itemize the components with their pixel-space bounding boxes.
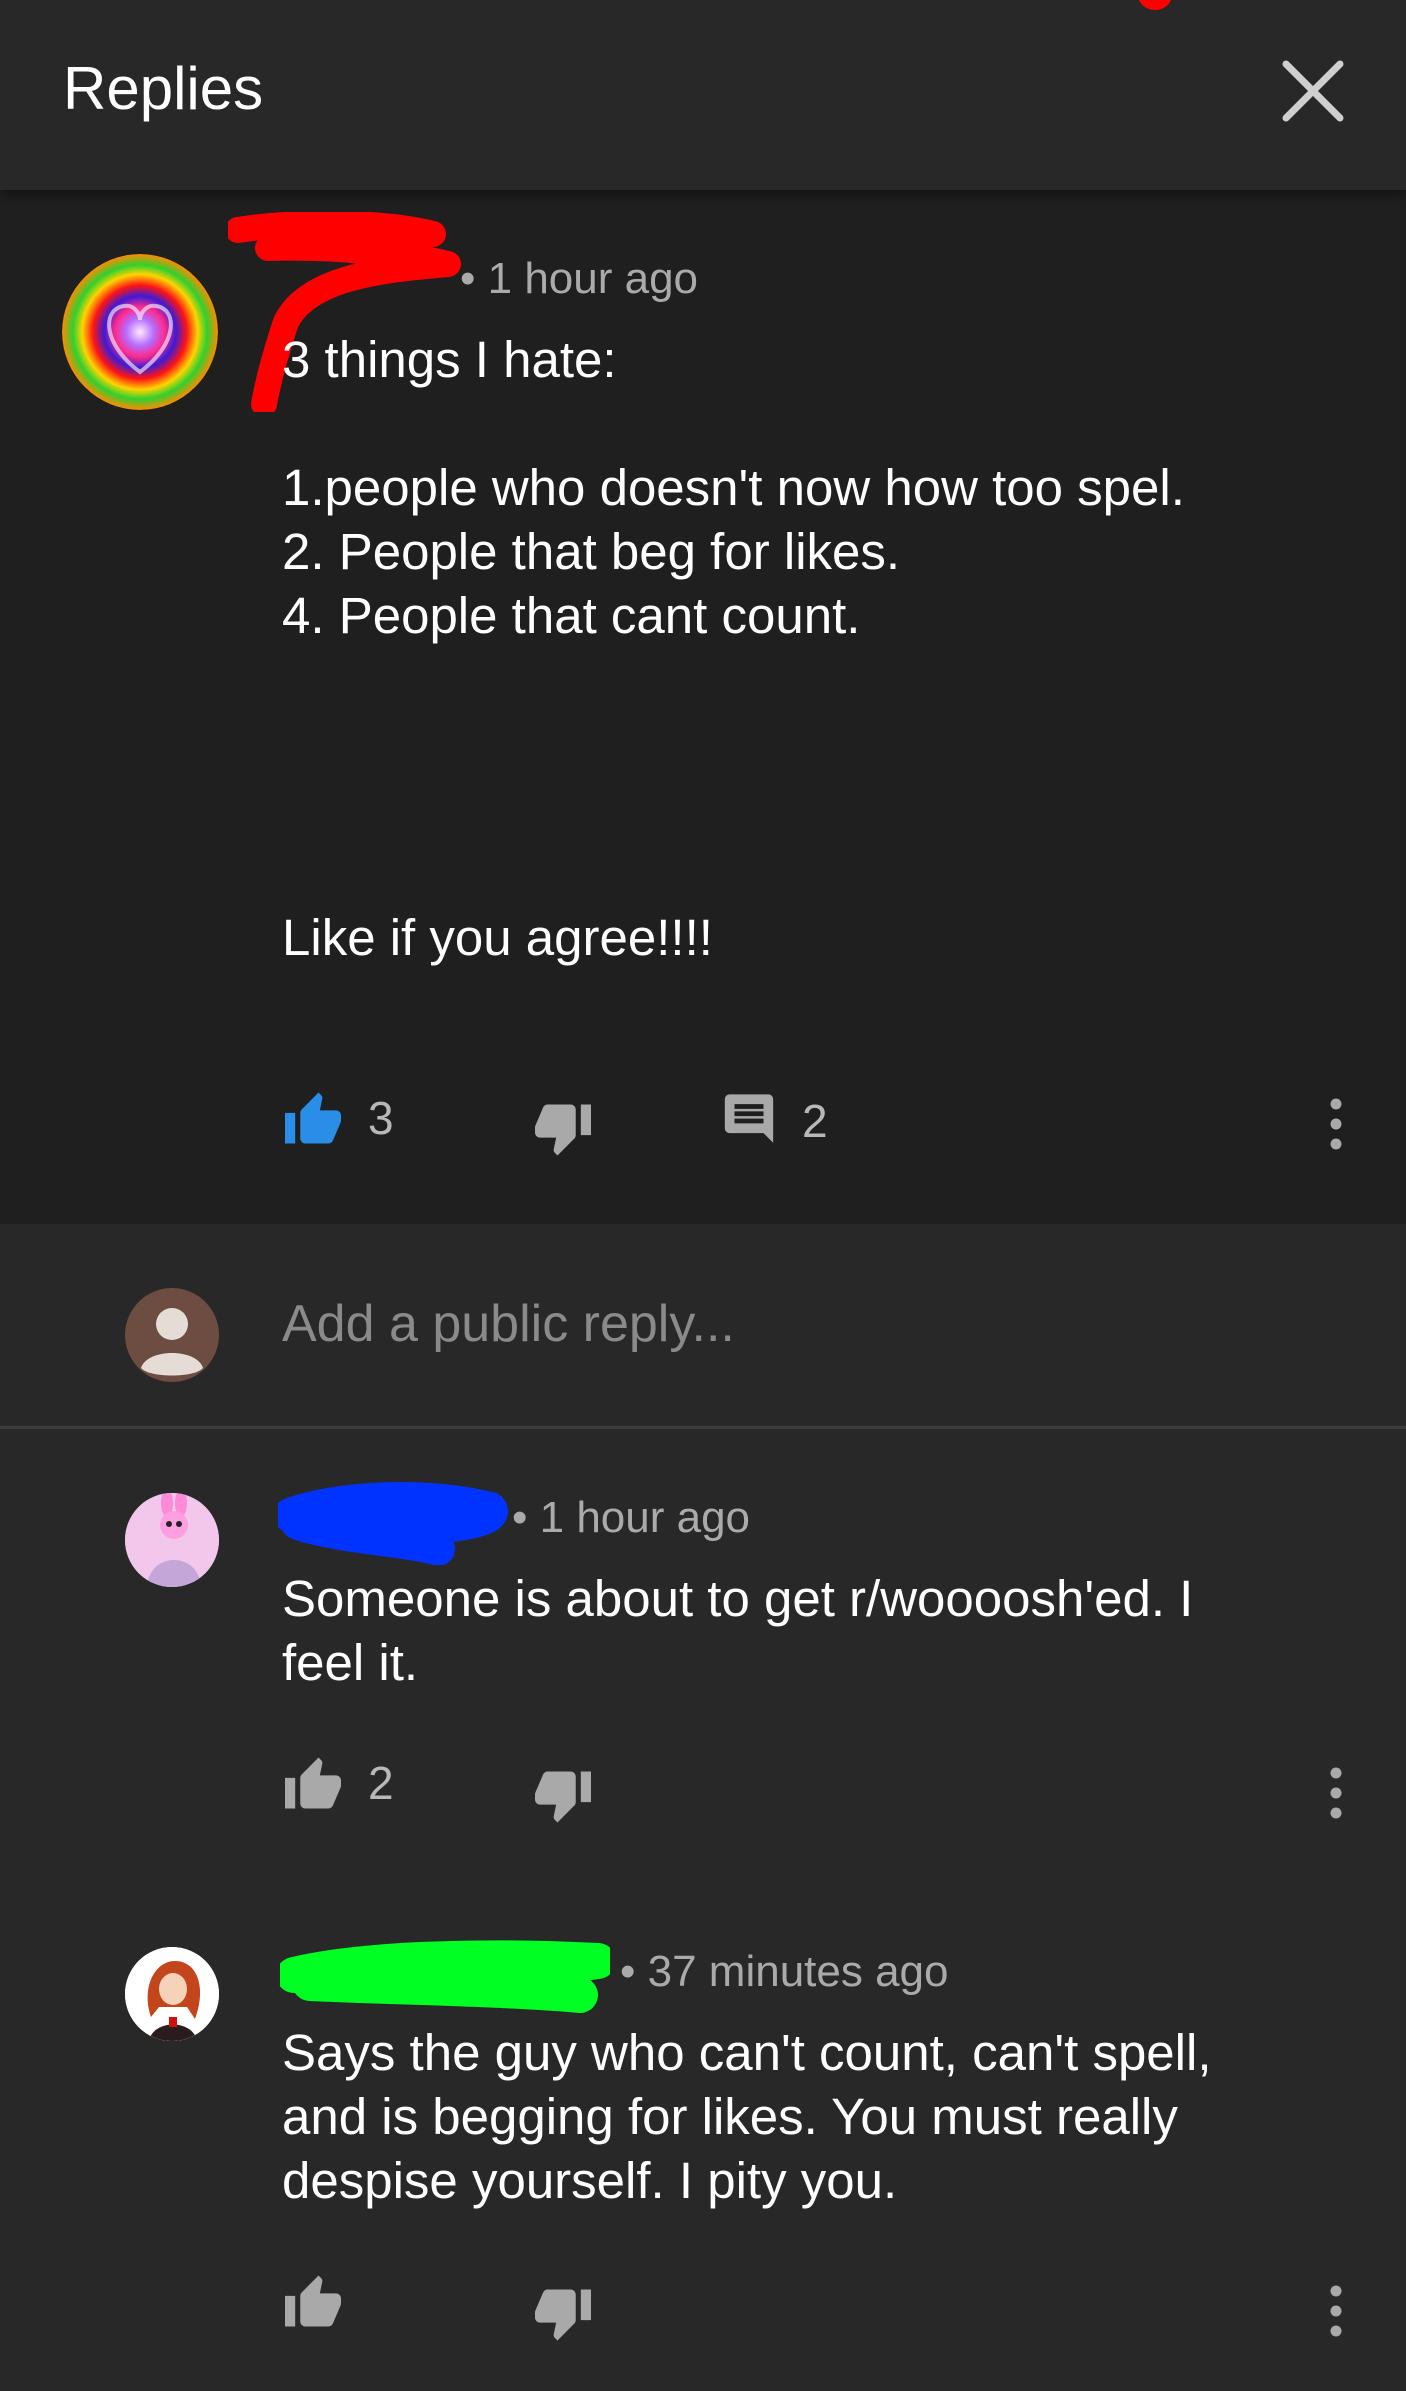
avatar-image [125, 1493, 219, 1587]
thumbs-down-icon [535, 2289, 591, 2341]
comment-time: • 1 hour ago [460, 254, 699, 303]
dislike-button[interactable] [532, 2287, 594, 2343]
thumbs-down-icon [535, 1104, 591, 1156]
reply-text: Someone is about to get r/woooosh'ed. I … [282, 1567, 1372, 1695]
replies-header: Replies [0, 0, 1406, 190]
like-button[interactable]: 3 [282, 1090, 394, 1146]
reply-count-button[interactable]: 2 [720, 1094, 828, 1148]
reply-count: 2 [802, 1095, 828, 1147]
reply-line: despise yourself. I pity you. [282, 2152, 898, 2209]
more-options-button[interactable] [1320, 2283, 1352, 2344]
replies-list: • 1 hour ago Someone is about to get r/w… [0, 1429, 1406, 2391]
comment-line: 1.people who doesn't now how too spel. [282, 459, 1185, 516]
add-reply-input[interactable]: Add a public reply... [282, 1284, 1342, 1364]
dislike-button[interactable] [532, 1102, 594, 1158]
avatar-image [62, 254, 218, 410]
page-title: Replies [63, 55, 264, 122]
more-vert-icon [1330, 2285, 1342, 2337]
reply-time: • 1 hour ago [512, 1493, 751, 1542]
comment-line: 3 things I hate: [282, 331, 617, 388]
user-avatar-icon [125, 1288, 219, 1382]
redaction-scribble [280, 1940, 610, 2013]
top-comment: • 1 hour ago 3 things I hate: 1.people w… [0, 190, 1406, 1224]
reply-line: Someone is about to get r/woooosh'ed. I [282, 1570, 1194, 1627]
avatar[interactable] [62, 254, 218, 410]
reply-time: • 37 minutes ago [620, 1947, 949, 1996]
comment-line: Like if you agree!!!! [282, 909, 713, 966]
reply-input-row: Add a public reply... [0, 1224, 1406, 1429]
like-count: 2 [368, 1757, 394, 1809]
redaction-scribble [278, 1482, 508, 1565]
dislike-button[interactable] [532, 1769, 594, 1825]
thumbs-up-icon [285, 1092, 341, 1144]
comment-text: 3 things I hate: 1.people who doesn't no… [282, 328, 1362, 970]
comment-icon [724, 1094, 774, 1143]
reply-line: Says the guy who can't count, can't spel… [282, 2024, 1212, 2081]
close-button[interactable] [1280, 58, 1346, 124]
like-button[interactable] [282, 2273, 368, 2329]
avatar[interactable] [125, 1947, 219, 2041]
avatar-image [125, 1947, 219, 2041]
replies-screen: Replies • 1 hour ago 3 things I hate: 1.… [0, 0, 1406, 2391]
thumbs-down-icon [535, 1771, 591, 1823]
close-icon [1282, 60, 1344, 122]
comment-line: 2. People that beg for likes. [282, 523, 901, 580]
reply-line: feel it. [282, 1634, 419, 1691]
like-count: 3 [368, 1092, 394, 1144]
comment-line: 4. People that cant count. [282, 587, 861, 644]
avatar[interactable] [125, 1493, 219, 1587]
more-options-button[interactable] [1320, 1765, 1352, 1826]
thumbs-up-icon [285, 2275, 341, 2327]
reply-text: Says the guy who can't count, can't spel… [282, 2021, 1372, 2213]
thumbs-up-icon [285, 1757, 341, 1809]
more-vert-icon [1330, 1098, 1342, 1150]
reply-line: and is begging for likes. You must reall… [282, 2088, 1178, 2145]
more-options-button[interactable] [1320, 1096, 1352, 1157]
notification-dot [1138, 0, 1172, 10]
more-vert-icon [1330, 1767, 1342, 1819]
comment-line [282, 648, 1362, 906]
comment-line [282, 392, 1362, 456]
like-button[interactable]: 2 [282, 1755, 394, 1811]
